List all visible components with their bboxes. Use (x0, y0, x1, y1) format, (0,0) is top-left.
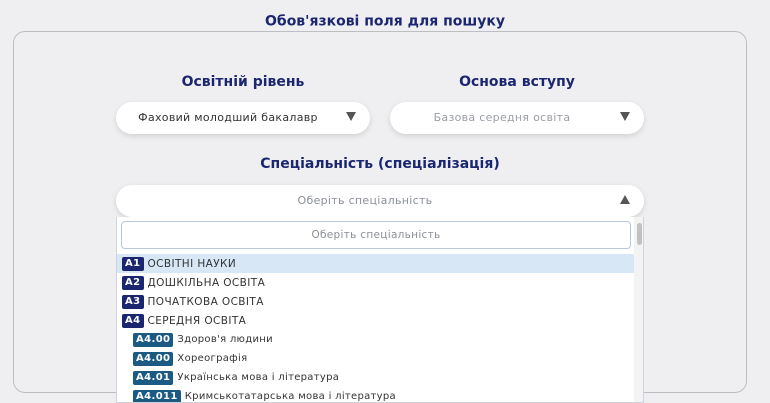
specialty-code-badge: A4.011 (133, 389, 181, 402)
specialty-code-badge: A4 (122, 313, 144, 328)
education-level-select[interactable]: Фаховий молодший бакалавр (116, 102, 370, 134)
specialty-code-badge: A2 (122, 275, 144, 290)
specialty-option-name: ПОЧАТКОВА ОСВІТА (147, 295, 264, 308)
specialty-option[interactable]: A1 ОСВІТНІ НАУКИ (117, 254, 635, 273)
specialty-code-badge: A4.01 (133, 370, 174, 385)
specialty-option[interactable]: A4.00 Здоров'я людини (117, 330, 635, 349)
specialty-option-name: Українська мова і література (177, 372, 340, 383)
specialty-option-name: СЕРЕДНЯ ОСВІТА (147, 314, 247, 327)
specialty-label: Спеціальність (спеціалізація) (260, 156, 500, 172)
chevron-down-icon (346, 112, 356, 121)
specialty-option[interactable]: A4.01 Українська мова і література (117, 368, 635, 387)
scrollbar-thumb[interactable] (637, 223, 642, 245)
admission-basis-select[interactable]: Базова середня освіта (390, 102, 644, 134)
education-level-label: Освітній рівень (181, 74, 305, 90)
specialty-option-name: Хореографія (177, 353, 248, 364)
chevron-up-icon (620, 195, 630, 204)
admission-basis-placeholder: Базова середня освіта (433, 111, 571, 124)
legend-text: Обов'язкові поля для пошуку (255, 13, 515, 30)
specialty-code-badge: A4.00 (133, 351, 174, 366)
specialty-option-name: Здоров'я людини (177, 334, 273, 345)
specialty-option-name: Кримськотатарська мова і література (184, 391, 396, 402)
specialty-option[interactable]: A4.011 Кримськотатарська мова і літератур… (117, 387, 635, 402)
specialty-option-name: ОСВІТНІ НАУКИ (147, 257, 237, 270)
specialty-select[interactable]: Оберіть спеціальність (116, 185, 644, 217)
specialty-option[interactable]: A3 ПОЧАТКОВА ОСВІТА (117, 292, 635, 311)
chevron-down-icon (620, 112, 630, 121)
specialty-code-badge: A3 (122, 294, 144, 309)
specialty-option[interactable]: A4 СЕРЕДНЯ ОСВІТА (117, 311, 635, 330)
specialty-code-badge: A4.00 (133, 332, 174, 347)
dropdown-scrollbar[interactable] (634, 217, 643, 402)
specialty-code-badge: A1 (122, 256, 144, 271)
education-level-value: Фаховий молодший бакалавр (138, 111, 318, 124)
specialty-placeholder: Оберіть спеціальність (297, 194, 433, 207)
specialty-option[interactable]: A2 ДОШКІЛЬНА ОСВІТА (117, 273, 635, 292)
fieldset-legend: Обов'язкові поля для пошуку (0, 11, 770, 30)
admission-basis-label: Основа вступу (459, 74, 575, 90)
specialty-option[interactable]: A4.00 Хореографія (117, 349, 635, 368)
specialty-search-input[interactable]: Оберіть спеціальність (121, 221, 631, 249)
specialty-option-name: ДОШКІЛЬНА ОСВІТА (147, 276, 266, 289)
specialty-options-list: A1 ОСВІТНІ НАУКИ A2 ДОШКІЛЬНА ОСВІТА A3 ПОЧАТ… (117, 254, 635, 402)
specialty-dropdown: Оберіть спеціальність A1 ОСВІТНІ НАУКИ A2 Д… (116, 217, 644, 403)
